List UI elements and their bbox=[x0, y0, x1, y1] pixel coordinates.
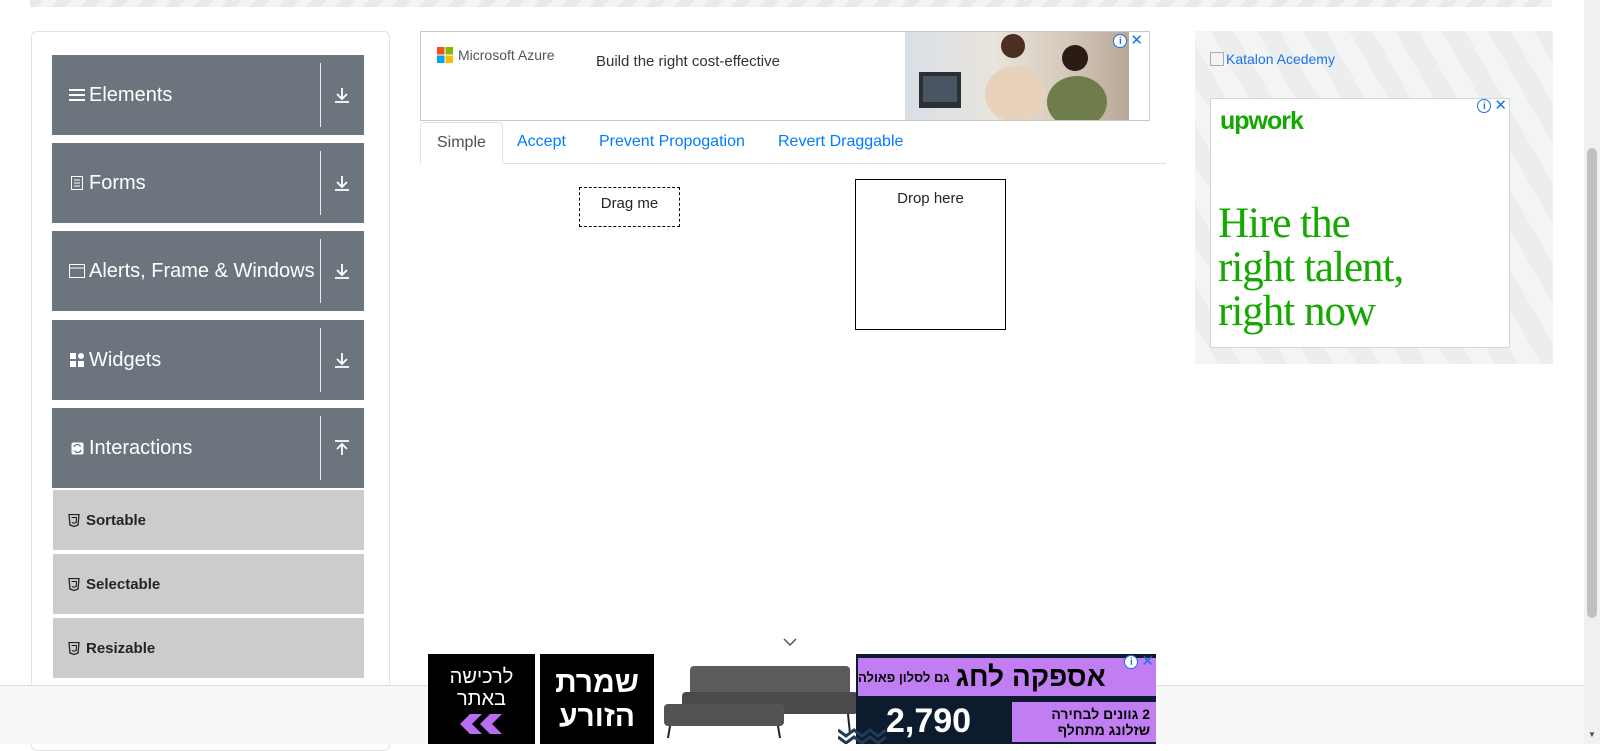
scroll-down-arrow-icon[interactable]: ▼ bbox=[1588, 730, 1596, 739]
download-arrow-icon[interactable] bbox=[332, 261, 352, 281]
upwork-headline: Hire the right talent, right now bbox=[1218, 200, 1404, 335]
sidebar-group-label: Widgets bbox=[89, 348, 162, 371]
top-banner-strip bbox=[30, 0, 1552, 7]
sidebar-group-forms[interactable]: Forms bbox=[52, 143, 364, 223]
divider bbox=[320, 151, 321, 215]
info-icon[interactable]: i bbox=[1113, 34, 1128, 48]
sidebar-item-label: Sortable bbox=[86, 511, 147, 529]
ad-text: Build the right cost-effective bbox=[596, 53, 780, 70]
tab-revert-draggable[interactable]: Revert Draggable bbox=[762, 122, 919, 164]
divider bbox=[320, 416, 321, 480]
sidebar-item-selectable[interactable]: Selectable bbox=[53, 554, 364, 616]
ad-brand: Microsoft Azure bbox=[458, 47, 555, 63]
close-icon[interactable]: ✕ bbox=[1141, 654, 1154, 669]
download-arrow-icon[interactable] bbox=[332, 173, 352, 193]
upwork-logo: upwork bbox=[1220, 107, 1304, 135]
ad-headline: אספקה לחג גם לסלון פאולה bbox=[858, 658, 1156, 696]
ad-buy-online: לרכישה באתר bbox=[428, 654, 535, 744]
sidebar-group-interactions[interactable]: Interactions bbox=[52, 408, 364, 488]
sidebar-group-label: Alerts, Frame & Windows bbox=[89, 259, 315, 282]
sidebar-group-label: Interactions bbox=[89, 436, 193, 459]
sidebar-item-sortable[interactable]: Sortable bbox=[53, 490, 364, 552]
ad-headline-small: גם לסלון פאולה bbox=[858, 669, 950, 685]
ad-line: לרכישה bbox=[449, 666, 514, 688]
sidebar-item-resizable[interactable]: Resizable bbox=[53, 618, 364, 680]
draggable-box[interactable]: Drag me bbox=[579, 187, 680, 227]
katalon-alt-text[interactable]: Katalon Acedemy bbox=[1226, 51, 1335, 67]
ad-photo bbox=[905, 32, 1129, 120]
microsoft-logo: Microsoft Azure bbox=[437, 47, 554, 63]
headline-line: right now bbox=[1218, 288, 1376, 335]
vertical-scrollbar[interactable]: ▼ bbox=[1584, 0, 1600, 744]
broken-image-icon bbox=[1210, 52, 1224, 66]
ad-headline-big: אספקה לחג bbox=[955, 661, 1106, 692]
sidebar-group-elements[interactable]: Elements bbox=[52, 55, 364, 135]
sidebar-group-label: Forms bbox=[89, 171, 146, 194]
list-icon bbox=[69, 87, 85, 103]
divider bbox=[320, 239, 321, 303]
sidebar-group-alerts[interactable]: Alerts, Frame & Windows bbox=[52, 231, 364, 311]
ad-line: באתר bbox=[456, 688, 507, 710]
ad-choices[interactable]: i ✕ bbox=[1477, 98, 1507, 113]
grid-icon bbox=[69, 352, 85, 368]
window-icon bbox=[69, 263, 85, 279]
close-icon[interactable]: ✕ bbox=[1494, 98, 1507, 113]
ad-price: 2,790 bbox=[886, 702, 972, 740]
html5-icon bbox=[68, 641, 80, 655]
upwork-ad[interactable]: upwork i ✕ Hire the right talent, right … bbox=[1210, 98, 1510, 348]
ad-line: 2 גוונים לבחירה bbox=[1051, 706, 1150, 722]
ad-choices[interactable]: i ✕ bbox=[1113, 33, 1143, 48]
headline-line: Hire the bbox=[1218, 200, 1351, 247]
tab-accept[interactable]: Accept bbox=[501, 122, 582, 164]
headline-line: right talent, bbox=[1218, 244, 1404, 291]
html5-icon bbox=[68, 513, 80, 527]
info-icon[interactable]: i bbox=[1477, 99, 1492, 113]
sidebar-item-label: Resizable bbox=[86, 639, 156, 657]
tab-simple[interactable]: Simple bbox=[420, 122, 503, 164]
info-icon[interactable]: i bbox=[1124, 655, 1139, 669]
ad-line: שזלונג מתחלף bbox=[1057, 722, 1150, 738]
download-arrow-icon[interactable] bbox=[332, 350, 352, 370]
close-icon[interactable]: ✕ bbox=[1130, 33, 1143, 48]
ad-line: שמרת bbox=[555, 666, 639, 699]
tab-bar: Simple Accept Prevent Propogation Revert… bbox=[420, 122, 1166, 164]
divider bbox=[320, 328, 321, 392]
collapse-chevron-icon[interactable] bbox=[782, 637, 798, 647]
document-icon bbox=[69, 175, 85, 191]
sync-icon bbox=[69, 440, 85, 456]
divider bbox=[320, 63, 321, 127]
sidebar-item-label: Selectable bbox=[86, 575, 161, 593]
scrollbar-thumb[interactable] bbox=[1587, 148, 1597, 618]
html5-icon bbox=[68, 577, 80, 591]
ad-subtext: 2 גוונים לבחירה שזלונג מתחלף bbox=[1012, 702, 1156, 742]
furniture-ad[interactable]: לרכישה באתר שמרת הזורע אספקה לחג גם לסלו… bbox=[428, 654, 1156, 744]
azure-ad-banner[interactable]: Microsoft Azure Build the right cost-eff… bbox=[420, 31, 1150, 121]
sidebar-group-widgets[interactable]: Widgets bbox=[52, 320, 364, 400]
ad-choices[interactable]: i ✕ bbox=[1124, 654, 1154, 669]
upload-arrow-icon[interactable] bbox=[332, 438, 352, 458]
droppable-box[interactable]: Drop here bbox=[855, 179, 1006, 330]
microsoft-icon bbox=[437, 47, 453, 63]
wave-decoration-icon bbox=[838, 728, 887, 744]
ad-brand-logo: שמרת הזורע bbox=[540, 654, 654, 744]
tab-prevent-propogation[interactable]: Prevent Propogation bbox=[583, 122, 761, 164]
sofa-image bbox=[664, 666, 858, 739]
katalon-ad-link[interactable]: Katalon Acedemy bbox=[1210, 51, 1335, 67]
double-chevron-icon bbox=[459, 714, 502, 734]
sidebar-group-label: Elements bbox=[89, 83, 173, 106]
download-arrow-icon[interactable] bbox=[332, 85, 352, 105]
ad-line: הזורע bbox=[558, 700, 636, 733]
